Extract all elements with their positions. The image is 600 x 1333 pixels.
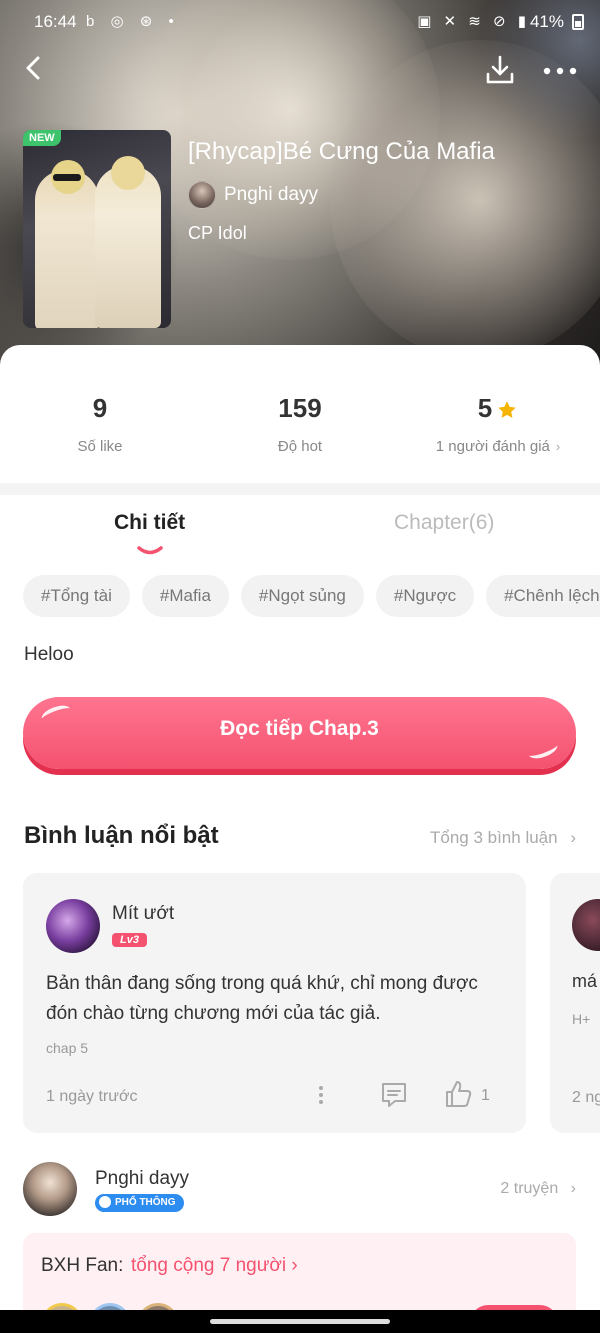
book-category[interactable]: CP Idol <box>188 223 247 244</box>
commenter-avatar <box>572 899 600 951</box>
cover-sunglasses <box>53 174 81 181</box>
continue-reading-label: Đọc tiếp Chap.3 <box>220 717 379 740</box>
download-button[interactable] <box>482 52 518 88</box>
comment-time: 1 ngày trước <box>46 1088 138 1105</box>
home-gesture-handle[interactable] <box>210 1319 390 1324</box>
tag-chip[interactable]: #Mafia <box>141 575 229 617</box>
all-comments-link[interactable]: Tổng 3 bình luận › <box>430 828 576 848</box>
stat-rating[interactable]: 5 1 người đánh giá › <box>398 393 598 455</box>
comments-header: Bình luận nổi bật Tổng 3 bình luận › <box>24 820 576 854</box>
fan-ranking-count: tổng cộng 7 người › <box>131 1255 298 1277</box>
thumbs-up-icon[interactable] <box>443 1079 473 1109</box>
author-link[interactable]: Pnghi dayy <box>188 180 318 210</box>
commenter-name[interactable]: Mít ướt <box>112 903 174 925</box>
comment-card-next[interactable]: má H+ 2 ng <box>550 873 600 1133</box>
stat-label: Số like <box>77 438 123 455</box>
tag-list: #Tổng tài #Mafia #Ngọt sủng #Ngược #Chênh lệ… <box>23 575 600 617</box>
chevron-right-icon: › <box>570 1180 576 1197</box>
comments-total-label: Tổng 3 bình luận <box>429 828 558 847</box>
book-description: Heloo <box>24 644 74 665</box>
star-icon <box>498 401 516 419</box>
book-title: [Rhycap]Bé Cưng Của Mafia <box>188 138 495 165</box>
status-bar: 16:44 b ◎ ⊛ • ▣ ✕ ≋ ⊘ ▮ 41% <box>0 0 600 44</box>
comment-time: 2 ng <box>572 1089 600 1106</box>
book-detail-panel: 9 Số like 159 Độ hot 5 1 người đánh giá ›… <box>0 345 600 1333</box>
tag-chip[interactable]: #Ngọt sủng <box>240 575 364 617</box>
system-icons: ▣ ✕ ≋ ⊘ ▮ <box>417 13 530 30</box>
comment-text: má <box>572 971 598 991</box>
notification-icons: b ◎ ⊛ • <box>86 13 180 30</box>
stats-row: 9 Số like 159 Độ hot 5 1 người đánh giá › <box>0 345 600 483</box>
tag-chip[interactable]: #Chênh lệch <box>486 575 600 617</box>
tab-details[interactable]: Chi tiết <box>114 511 185 535</box>
book-header-backdrop: 16:44 b ◎ ⊛ • ▣ ✕ ≋ ⊘ ▮ 41% NEW [Rhycap]… <box>0 0 600 380</box>
tag-chip[interactable]: #Tổng tài <box>23 575 130 617</box>
comment-chapter: chap 5 <box>46 1040 89 1056</box>
reply-icon[interactable] <box>380 1081 408 1109</box>
chevron-right-icon: › <box>291 1255 298 1276</box>
author-card[interactable]: Pnghi dayy PHỔ THÔNG 2 truyện › <box>23 1162 576 1218</box>
stat-value: 159 <box>278 393 322 423</box>
level-badge: Lv3 <box>112 933 147 947</box>
tab-chapters[interactable]: Chapter(6) <box>394 511 494 535</box>
stat-value: 9 <box>92 393 108 423</box>
battery-icon <box>572 14 584 30</box>
chevron-right-icon: › <box>570 828 576 847</box>
comment-card[interactable]: Mít ướt Lv3 Bản thân đang sống trong quá… <box>23 873 526 1133</box>
stat-likes: 9 Số like <box>0 393 200 455</box>
membership-badge: PHỔ THÔNG <box>95 1194 184 1212</box>
author-stories-count: 2 truyện <box>500 1180 559 1197</box>
author-name: Pnghi dayy <box>224 184 319 205</box>
more-dots-icon <box>543 67 577 75</box>
active-tab-indicator <box>137 546 163 555</box>
button-shine <box>526 738 560 762</box>
chevron-right-icon: › <box>555 439 561 454</box>
new-badge: NEW <box>23 130 61 146</box>
tag-chip[interactable]: #Ngược <box>375 575 475 617</box>
comment-chapter: H+ <box>572 1011 591 1027</box>
book-cover[interactable] <box>23 130 171 328</box>
battery-level: 41% <box>529 12 564 31</box>
stat-value: 5 <box>477 393 493 423</box>
author-stories-link[interactable]: 2 truyện › <box>500 1180 576 1198</box>
author-avatar <box>23 1162 77 1216</box>
section-divider <box>0 483 600 495</box>
commenter-avatar[interactable] <box>46 899 100 953</box>
comment-text: Bản thân đang sống trong quá khứ, chỉ mo… <box>46 973 478 1024</box>
more-vertical-icon[interactable] <box>313 1083 329 1107</box>
status-time: 16:44 <box>34 12 77 31</box>
back-button[interactable] <box>18 50 52 86</box>
tab-bar: Chi tiết Chapter(6) <box>0 495 600 565</box>
comments-title: Bình luận nổi bật <box>24 822 219 849</box>
fan-count-text: tổng cộng 7 người <box>131 1255 287 1276</box>
author-name: Pnghi dayy <box>95 1168 190 1189</box>
fan-ranking-label: BXH Fan: <box>41 1255 124 1276</box>
stat-hot: 159 Độ hot <box>200 393 400 455</box>
cover-figure-head <box>111 156 145 190</box>
author-avatar <box>188 181 216 209</box>
more-options-button[interactable] <box>540 56 580 86</box>
stat-value-row: 5 <box>398 393 598 424</box>
download-icon <box>486 55 514 84</box>
continue-reading-button[interactable]: Đọc tiếp Chap.3 <box>23 697 576 769</box>
cover-figure <box>95 166 161 328</box>
stat-label: Độ hot <box>277 438 323 455</box>
chevron-left-icon <box>26 56 40 80</box>
like-count: 1 <box>481 1087 490 1104</box>
stat-label: 1 người đánh giá <box>435 438 550 455</box>
stat-label-row: 1 người đánh giá › <box>398 438 598 455</box>
